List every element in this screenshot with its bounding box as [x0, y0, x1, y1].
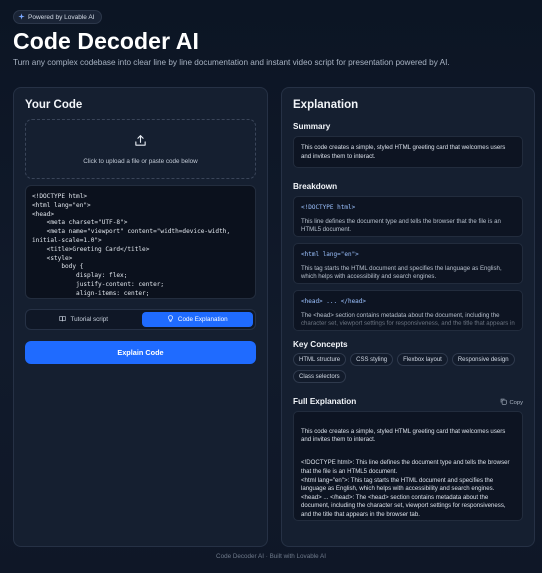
- code-editor[interactable]: <!DOCTYPE html> <html lang="en"> <head> …: [25, 185, 256, 299]
- key-concepts-list: HTML structure CSS styling Flexbox layou…: [293, 353, 525, 383]
- full-explanation-card: This code creates a simple, styled HTML …: [293, 411, 523, 521]
- concept-chip: CSS styling: [350, 353, 394, 366]
- powered-by-badge[interactable]: Powered by Lovable AI: [13, 10, 102, 24]
- copy-button[interactable]: Copy: [500, 398, 523, 407]
- code-panel-title: Your Code: [25, 99, 83, 111]
- copy-icon: [500, 398, 508, 407]
- concept-chip: Class selectors: [293, 370, 346, 383]
- breakdown-code: <html lang="en">: [301, 251, 359, 258]
- breakdown-desc: This line defines the document type and …: [301, 217, 501, 234]
- tab-code-explanation[interactable]: Code Explanation: [141, 312, 253, 327]
- breakdown-item: <html lang="en"> This tag starts the HTM…: [293, 243, 523, 284]
- copy-label: Copy: [509, 399, 523, 406]
- full-explanation-intro: This code creates a simple, styled HTML …: [301, 427, 506, 444]
- breakdown-item: <!DOCTYPE html> This line defines the do…: [293, 196, 523, 237]
- summary-text: This code creates a simple, styled HTML …: [301, 144, 506, 160]
- upload-icon: [134, 134, 147, 152]
- tab-tutorial-script[interactable]: Tutorial script: [28, 312, 140, 327]
- breakdown-code: <!DOCTYPE html>: [301, 204, 356, 211]
- page-subtitle: Turn any complex codebase into clear lin…: [13, 58, 450, 67]
- breakdown-code: <head> ... </head>: [301, 298, 367, 305]
- tab-explanation-label: Code Explanation: [177, 316, 228, 323]
- explanation-panel-title: Explanation: [293, 99, 359, 111]
- breakdown-item: <head> ... </head> The <head> section co…: [293, 290, 523, 331]
- lightbulb-icon: [167, 315, 174, 324]
- summary-card: This code creates a simple, styled HTML …: [293, 136, 523, 168]
- sparkle-icon: [18, 12, 25, 22]
- footer: Code Decoder AI · Built with Lovable AI: [216, 553, 326, 560]
- breakdown-desc: This tag starts the HTML document and sp…: [301, 264, 502, 281]
- full-explanation-heading: Full Explanation: [293, 397, 357, 406]
- concept-chip: Responsive design: [451, 353, 515, 366]
- book-icon: [59, 315, 67, 324]
- upload-text: Click to upload a file or paste code bel…: [83, 157, 198, 165]
- concept-chip: HTML structure: [293, 353, 347, 366]
- code-panel: Your Code Click to upload a file or past…: [13, 87, 268, 547]
- concept-chip: Flexbox layout: [397, 353, 448, 366]
- summary-heading: Summary: [293, 122, 331, 131]
- explanation-panel: Explanation Summary This code creates a …: [281, 87, 535, 547]
- breakdown-desc: The <head> section contains metadata abo…: [301, 311, 515, 330]
- breakdown-heading: Breakdown: [293, 182, 338, 191]
- explain-code-button[interactable]: Explain Code: [25, 341, 256, 364]
- full-explanation-body: <!DOCTYPE html>: This line defines the d…: [301, 459, 510, 520]
- badge-label: Powered by Lovable AI: [28, 13, 95, 21]
- mode-toggle: Tutorial script Code Explanation: [25, 309, 256, 330]
- upload-dropzone[interactable]: Click to upload a file or paste code bel…: [25, 119, 256, 179]
- page-title: Code Decoder AI: [13, 28, 199, 54]
- key-concepts-heading: Key Concepts: [293, 340, 348, 349]
- tab-tutorial-label: Tutorial script: [70, 316, 109, 323]
